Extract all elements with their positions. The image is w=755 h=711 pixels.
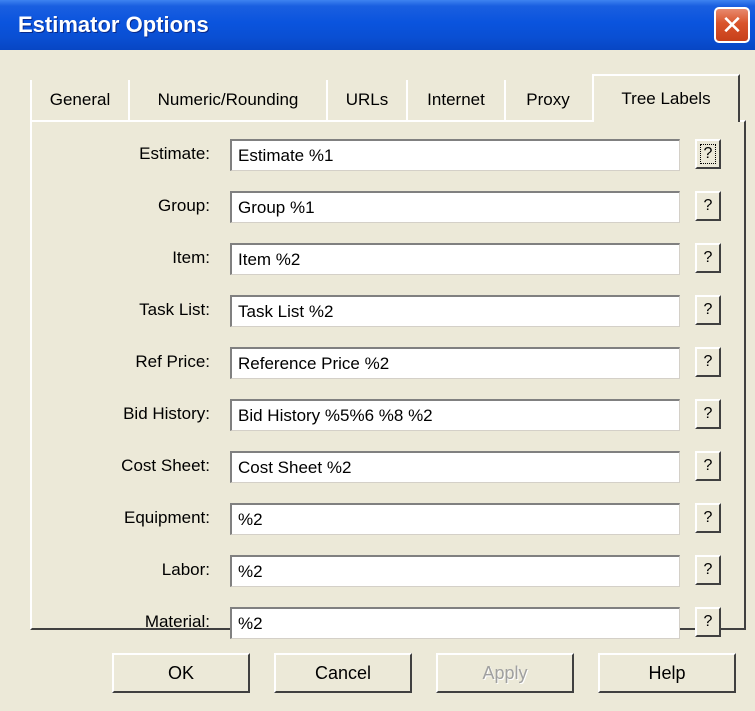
labor-field[interactable] bbox=[230, 555, 680, 587]
tab-general[interactable]: General bbox=[30, 80, 128, 120]
tab-label: Numeric/Rounding bbox=[157, 90, 299, 109]
material-field[interactable] bbox=[230, 607, 680, 639]
estimate-label: Estimate: bbox=[139, 144, 210, 163]
close-button[interactable]: ✕ bbox=[714, 7, 750, 43]
tab-label: Proxy bbox=[526, 90, 570, 109]
bid-history-label: Bid History: bbox=[123, 404, 210, 423]
labor-help-button[interactable]: ? bbox=[695, 555, 721, 585]
bid-history-field[interactable] bbox=[230, 399, 680, 431]
tab-label: Tree Labels bbox=[621, 89, 711, 108]
apply-button[interactable]: Apply bbox=[436, 653, 574, 693]
help-button[interactable]: Help bbox=[598, 653, 736, 693]
estimate-field[interactable] bbox=[230, 139, 680, 171]
tab-label: URLs bbox=[345, 90, 389, 109]
cost-sheet-field[interactable] bbox=[230, 451, 680, 483]
item-label: Item: bbox=[172, 248, 210, 267]
equipment-field[interactable] bbox=[230, 503, 680, 535]
ref-price-help-button[interactable]: ? bbox=[695, 347, 721, 377]
item-field[interactable] bbox=[230, 243, 680, 275]
group-label: Group: bbox=[158, 196, 210, 215]
estimate-help-button[interactable]: ? bbox=[695, 139, 721, 169]
material-help-button[interactable]: ? bbox=[695, 607, 721, 637]
task-list-help-button[interactable]: ? bbox=[695, 295, 721, 325]
bid-history-help-button[interactable]: ? bbox=[695, 399, 721, 429]
tab-numeric-rounding[interactable]: Numeric/Rounding bbox=[128, 80, 326, 120]
tab-internet[interactable]: Internet bbox=[406, 80, 504, 120]
title-bar: Estimator Options ✕ bbox=[0, 0, 755, 50]
cost-sheet-label: Cost Sheet: bbox=[121, 456, 210, 475]
tab-tree-labels[interactable]: Tree Labels bbox=[592, 74, 740, 122]
ok-button[interactable]: OK bbox=[112, 653, 250, 693]
task-list-field[interactable] bbox=[230, 295, 680, 327]
group-help-button[interactable]: ? bbox=[695, 191, 721, 221]
tab-label: Internet bbox=[427, 90, 485, 109]
tab-proxy[interactable]: Proxy bbox=[504, 80, 590, 120]
task-list-label: Task List: bbox=[139, 300, 210, 319]
cancel-button[interactable]: Cancel bbox=[274, 653, 412, 693]
close-icon: ✕ bbox=[721, 10, 743, 40]
material-label: Material: bbox=[144, 612, 210, 631]
equipment-help-button[interactable]: ? bbox=[695, 503, 721, 533]
labor-label: Labor: bbox=[161, 560, 210, 579]
ref-price-label: Ref Price: bbox=[135, 352, 210, 371]
tab-urls[interactable]: URLs bbox=[326, 80, 406, 120]
window-title: Estimator Options bbox=[18, 12, 209, 37]
cost-sheet-help-button[interactable]: ? bbox=[695, 451, 721, 481]
item-help-button[interactable]: ? bbox=[695, 243, 721, 273]
equipment-label: Equipment: bbox=[124, 508, 210, 527]
ref-price-field[interactable] bbox=[230, 347, 680, 379]
group-field[interactable] bbox=[230, 191, 680, 223]
tab-label: General bbox=[49, 90, 111, 109]
